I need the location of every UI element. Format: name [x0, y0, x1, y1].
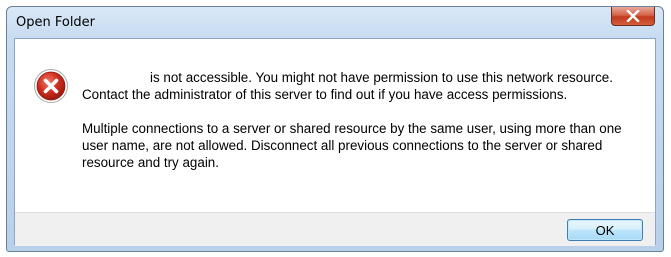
message-text-1: is not accessible. You might not have pe… — [82, 70, 613, 102]
title-bar[interactable]: Open Folder — [7, 7, 663, 38]
message-area: is not accessible. You might not have pe… — [15, 39, 655, 212]
message-text-2: Multiple connections to a server or shar… — [82, 121, 622, 170]
dialog-client-area: is not accessible. You might not have pe… — [14, 38, 656, 246]
dialog-window: Open Folder is not accessible. You might… — [6, 6, 664, 252]
dialog-title: Open Folder — [16, 15, 96, 30]
close-button[interactable] — [611, 7, 655, 26]
message-paragraph-2: Multiple connections to a server or shar… — [82, 120, 642, 171]
error-icon — [34, 69, 68, 103]
button-bar: OK — [15, 212, 655, 246]
message-paragraph-1: is not accessible. You might not have pe… — [82, 69, 642, 103]
close-x-icon — [626, 10, 640, 22]
ok-button[interactable]: OK — [567, 219, 643, 241]
error-message: is not accessible. You might not have pe… — [82, 69, 642, 188]
